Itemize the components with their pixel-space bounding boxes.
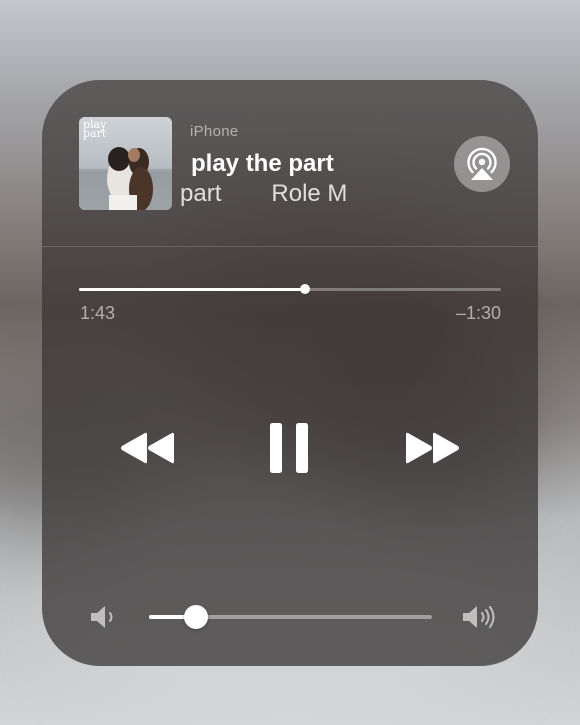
fast-forward-button[interactable]	[404, 430, 462, 466]
divider	[42, 246, 538, 247]
pause-button[interactable]	[268, 422, 310, 474]
track-title: play the part	[191, 150, 334, 177]
volume-slider[interactable]	[149, 605, 432, 629]
scrubber-progress	[79, 288, 305, 291]
track-subtitle-marquee: ay the part Role M	[180, 180, 432, 214]
rewind-button[interactable]	[118, 430, 176, 466]
rewind-icon	[121, 432, 174, 464]
now-playing-card: play part iPhone play the part ay the pa…	[42, 80, 538, 666]
artwork-title-text: play part	[83, 118, 107, 140]
volume-knob[interactable]	[183, 605, 208, 629]
remaining-time: –1:30	[455, 303, 501, 323]
scrubber-knob[interactable]	[299, 284, 310, 294]
marquee-artist: Role M	[271, 180, 348, 207]
elapsed-time: 1:43	[80, 303, 116, 323]
volume-max-button	[460, 602, 500, 632]
pause-icon	[270, 423, 308, 473]
airplay-button[interactable]	[454, 136, 510, 192]
marquee-title: ay the part	[180, 180, 222, 207]
album-artwork[interactable]: play part	[79, 117, 172, 210]
airplay-icon	[467, 147, 497, 180]
fast-forward-icon	[406, 432, 459, 464]
speaker-high-icon	[463, 606, 495, 628]
output-device-label: iPhone	[190, 123, 239, 140]
speaker-low-icon	[91, 606, 113, 628]
volume-min-button	[88, 604, 118, 630]
playback-scrubber[interactable]	[79, 284, 501, 294]
